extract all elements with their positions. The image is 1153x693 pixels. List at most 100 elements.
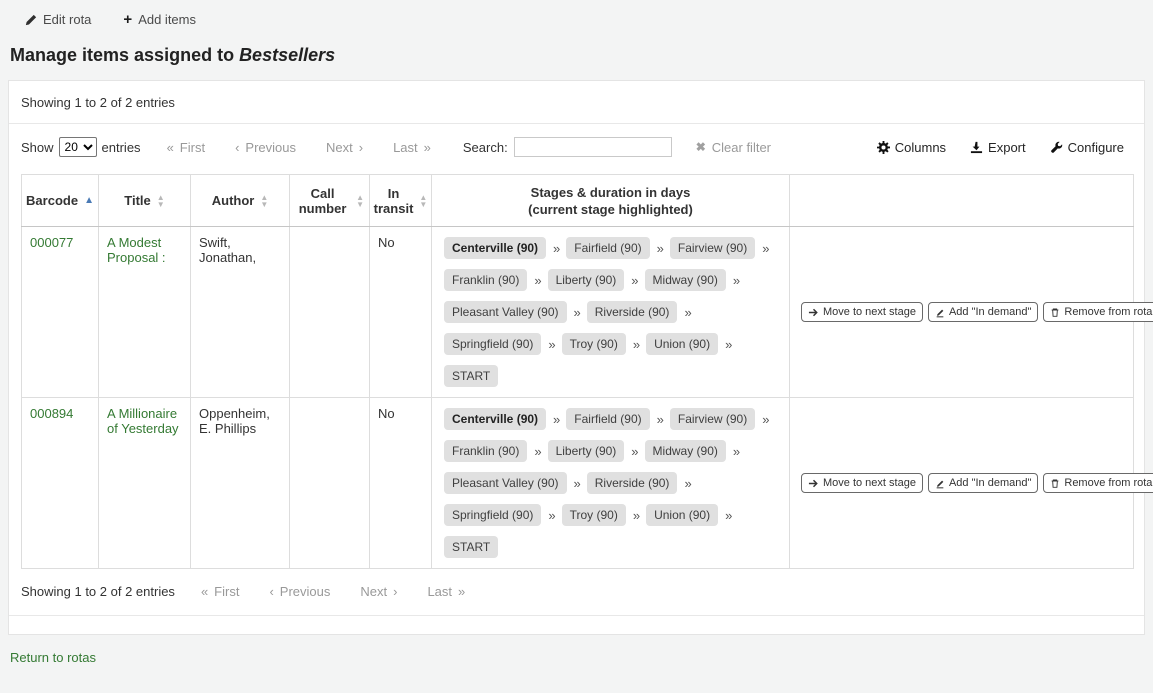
stage-group: Liberty (90)» [548,269,639,291]
call-number-cell [290,398,370,569]
stage-group: Centerville (90)» [444,237,560,259]
stage-group: Franklin (90)» [444,440,542,462]
barcode-link[interactable]: 000077 [30,235,73,250]
pagination-next[interactable]: Next › [326,140,363,155]
stage-separator: » [574,305,581,320]
pagination-previous[interactable]: ‹ Previous [235,140,296,155]
stage-badge: Liberty (90) [548,440,625,462]
column-header-call-number[interactable]: Call number ▲▼ [290,175,370,227]
gear-icon [877,141,890,154]
clear-filter-button[interactable]: ✖ Clear filter [696,140,771,155]
items-table: Barcode ▲ Title ▲▼ Author ▲▼ [21,174,1134,569]
action-button-label: Remove from rota [1064,306,1152,318]
stage-separator: » [631,273,638,288]
configure-label: Configure [1068,140,1124,155]
title-link[interactable]: A Millionaire of Yesterday [107,406,179,436]
pagination-first[interactable]: « First [201,584,240,599]
stage-badge: Pleasant Valley (90) [444,301,567,323]
pen-icon [935,477,945,489]
stage-separator: » [725,337,732,352]
table-footer-controls: Showing 1 to 2 of 2 entries « First ‹ Pr… [21,569,1132,615]
row-actions: Move to next stageAdd "In demand"Remove … [798,302,1125,322]
stage-badge: Troy (90) [562,504,626,526]
pagination-previous[interactable]: ‹ Previous [269,584,330,599]
column-label: In transit [374,186,414,216]
action-button-label: Move to next stage [823,477,916,489]
double-chevron-right-icon: » [424,140,431,155]
stage-group: Fairfield (90) » [566,237,664,259]
search-input[interactable] [514,137,672,157]
add-in-demand-button[interactable]: Add "In demand" [928,473,1038,493]
pagination-bottom: « First ‹ Previous Next › Last » [201,584,465,599]
stage-group: Union (90) » [646,333,732,355]
stage-group: Fairview (90)» [670,237,770,259]
action-button-label: Add "In demand" [949,306,1031,318]
remove-from-rota-button[interactable]: Remove from rota [1043,302,1153,322]
stage-separator: » [684,476,691,491]
column-label: Call number [295,186,350,216]
column-sublabel: (current stage highlighted) [437,201,784,218]
pagination-previous-label: Previous [280,584,331,599]
export-button[interactable]: Export [970,140,1026,155]
page-title: Manage items assigned to Bestsellers [10,45,1153,66]
stage-group: Springfield (90)» [444,504,556,526]
page-size-group: Show 20 entries [21,137,141,157]
chevron-right-icon: › [359,140,363,155]
column-header-in-transit[interactable]: In transit ▲▼ [370,175,432,227]
stage-group: Troy (90) » [562,504,640,526]
return-to-rotas-link[interactable]: Return to rotas [10,650,96,665]
columns-label: Columns [895,140,946,155]
stage-badge: Fairview (90) [670,408,755,430]
move-to-next-stage-button[interactable]: Move to next stage [801,473,923,493]
add-in-demand-button[interactable]: Add "In demand" [928,302,1038,322]
stage-separator: » [633,508,640,523]
pagination-last[interactable]: Last » [393,140,431,155]
table-body: 000077A Modest Proposal :Swift, Jonathan… [22,227,1134,569]
page-size-select[interactable]: 20 [59,137,97,157]
stage-badge: Riverside (90) [587,472,678,494]
stage-group: Liberty (90)» [548,440,639,462]
pagination-next[interactable]: Next › [360,584,397,599]
column-header-author[interactable]: Author ▲▼ [191,175,290,227]
column-label: Author [212,193,255,208]
stage-badge: Fairfield (90) [566,237,649,259]
pagination-first[interactable]: « First [167,140,206,155]
edit-rota-button[interactable]: Edit rota [25,12,91,27]
stage-separator: » [548,508,555,523]
table-info-top: Showing 1 to 2 of 2 entries [21,81,1132,123]
clear-filter-label: Clear filter [712,140,771,155]
add-items-button[interactable]: + Add items [123,12,196,27]
stage-badge: Midway (90) [645,269,726,291]
stage-badge: Springfield (90) [444,333,541,355]
columns-button[interactable]: Columns [877,140,946,155]
pagination-next-label: Next [326,140,353,155]
pagination-last[interactable]: Last » [427,584,465,599]
stages-list: Centerville (90)»Fairfield (90)»Fairview… [440,235,781,389]
stage-badge: Union (90) [646,333,718,355]
pagination-last-label: Last [393,140,418,155]
entries-label: entries [102,140,141,155]
stage-group: Riverside (90)» [587,301,692,323]
column-header-barcode[interactable]: Barcode ▲ [22,175,99,227]
stage-badge: START [444,365,498,387]
pen-icon [935,306,945,318]
column-header-title[interactable]: Title ▲▼ [99,175,191,227]
stage-separator: » [733,444,740,459]
sort-both-icon: ▲▼ [260,194,268,208]
wrench-icon [1050,141,1063,154]
table-controls: Show 20 entries « First ‹ Previous Next … [21,124,1132,172]
stage-badge-current: Centerville (90) [444,408,546,430]
stage-badge-current: Centerville (90) [444,237,546,259]
title-link[interactable]: A Modest Proposal : [107,235,166,265]
move-to-next-stage-button[interactable]: Move to next stage [801,302,923,322]
arrow-right-icon [808,477,819,489]
stage-group: Midway (90)» [645,440,741,462]
remove-from-rota-button[interactable]: Remove from rota [1043,473,1153,493]
stage-separator: » [762,241,769,256]
pencil-icon [25,14,37,26]
column-label: Barcode [26,193,78,208]
configure-button[interactable]: Configure [1050,140,1124,155]
stage-separator: » [657,241,664,256]
barcode-link[interactable]: 000894 [30,406,73,421]
stage-group: START [444,365,498,387]
